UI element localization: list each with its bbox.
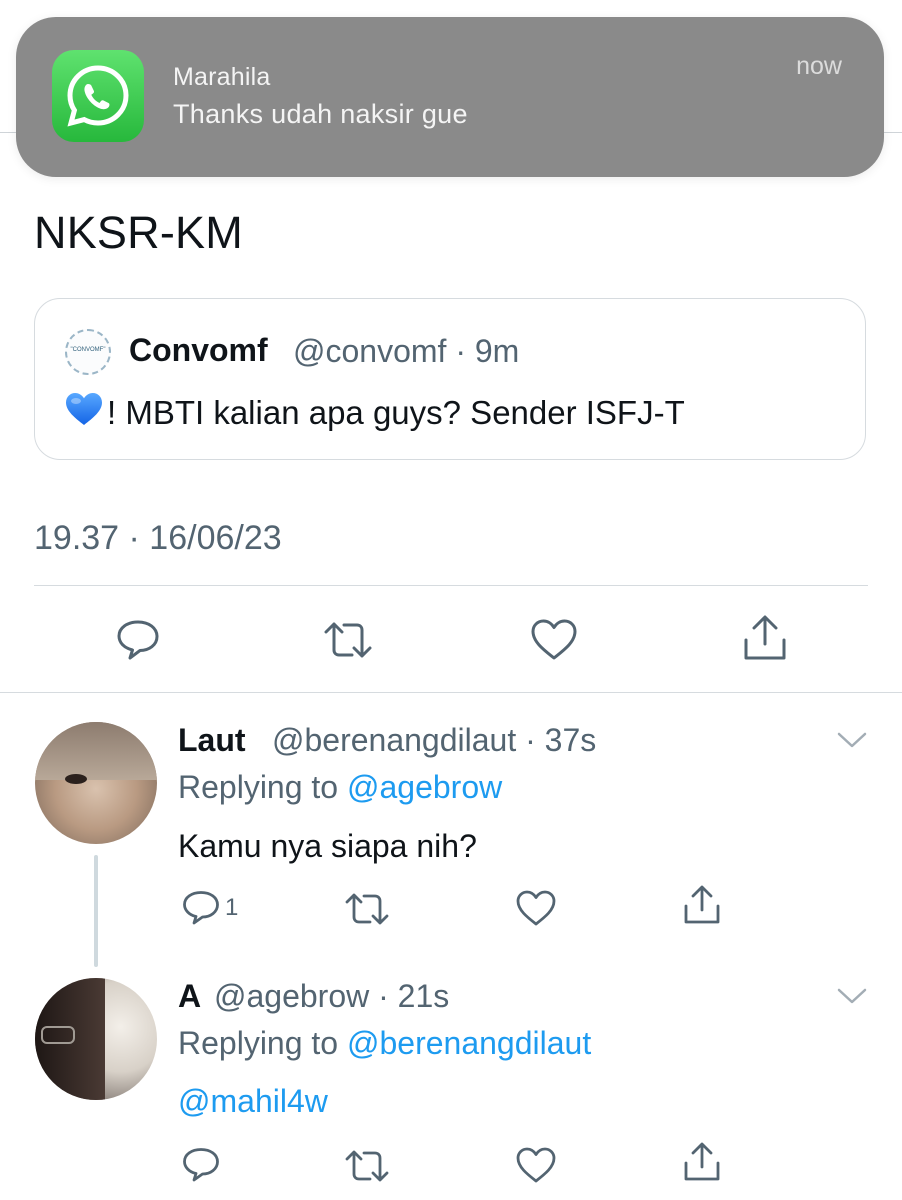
notification-sender: Marahila	[173, 63, 271, 91]
reply-handle-time: @agebrow · 21s	[214, 978, 450, 1014]
like-button[interactable]	[530, 618, 578, 662]
replying-to-link[interactable]: @agebrow	[347, 769, 502, 805]
notification-time: now	[796, 52, 842, 80]
share-icon	[684, 885, 720, 924]
divider	[0, 692, 902, 693]
tweet-text: NKSR-KM	[34, 207, 243, 258]
reply-icon	[183, 1148, 219, 1182]
retweet-button[interactable]	[344, 1148, 390, 1184]
retweet-icon	[345, 893, 389, 925]
reply-button[interactable]	[181, 1146, 221, 1184]
replying-to: Replying to @agebrow	[178, 769, 502, 806]
share-icon	[684, 1142, 720, 1181]
like-button[interactable]	[515, 889, 557, 927]
blue-heart-emoji	[65, 392, 103, 434]
like-icon	[516, 1147, 556, 1183]
quoted-author-name: Convomf	[129, 332, 268, 368]
mention-link[interactable]: @mahil4w	[178, 1083, 328, 1120]
quoted-avatar-text: "CONVOMF"	[70, 347, 106, 353]
chevron-down-icon[interactable]	[836, 986, 868, 1006]
replying-to-link[interactable]: @berenangdilaut	[347, 1025, 591, 1061]
quoted-avatar[interactable]: "CONVOMF"	[65, 329, 111, 375]
chevron-down-icon[interactable]	[836, 730, 868, 750]
retweet-button[interactable]	[322, 620, 374, 660]
share-button[interactable]	[682, 1141, 722, 1183]
reply-author-name: A	[178, 978, 202, 1014]
reply-text: Kamu nya siapa nih?	[178, 828, 477, 864]
quoted-handle-time: @convomf · 9m	[293, 333, 520, 369]
screen: Marahila Thanks udah naksir gue now NKSR…	[0, 0, 902, 1200]
like-button[interactable]	[515, 1146, 557, 1184]
reply-author-name: Laut	[178, 722, 246, 758]
quoted-text: ! MBTI kalian apa guys? Sender ISFJ-T	[107, 394, 685, 431]
replying-to-label: Replying to	[178, 1025, 347, 1061]
retweet-icon	[345, 1150, 389, 1182]
notification-banner[interactable]: Marahila Thanks udah naksir gue now	[16, 17, 884, 177]
reply-button[interactable]	[115, 618, 161, 662]
retweet-button[interactable]	[344, 891, 390, 927]
avatar[interactable]	[35, 978, 157, 1100]
thread-connector	[94, 855, 98, 967]
replying-to-label: Replying to	[178, 769, 347, 805]
reply-icon	[183, 891, 219, 925]
notification-message: Thanks udah naksir gue	[173, 99, 468, 129]
whatsapp-icon	[52, 50, 144, 142]
like-icon	[516, 890, 556, 926]
avatar[interactable]	[35, 722, 157, 844]
reply-icon	[117, 620, 159, 660]
share-icon	[744, 615, 786, 660]
like-icon	[531, 619, 577, 660]
replying-to: Replying to @berenangdilaut	[178, 1025, 591, 1062]
quoted-tweet[interactable]: "CONVOMF" Convomf @convomf · 9m ! MBTI k…	[34, 298, 866, 460]
share-button[interactable]	[742, 614, 788, 662]
tweet-timestamp: 19.37 · 16/06/23	[34, 519, 282, 557]
share-button[interactable]	[682, 884, 722, 926]
reply-count: 1	[225, 894, 239, 921]
divider	[34, 585, 868, 586]
quoted-text-row: ! MBTI kalian apa guys? Sender ISFJ-T	[65, 392, 685, 434]
reply-handle-time: @berenangdilaut · 37s	[272, 722, 597, 758]
retweet-icon	[324, 622, 372, 658]
reply-button[interactable]: 1	[181, 889, 238, 927]
